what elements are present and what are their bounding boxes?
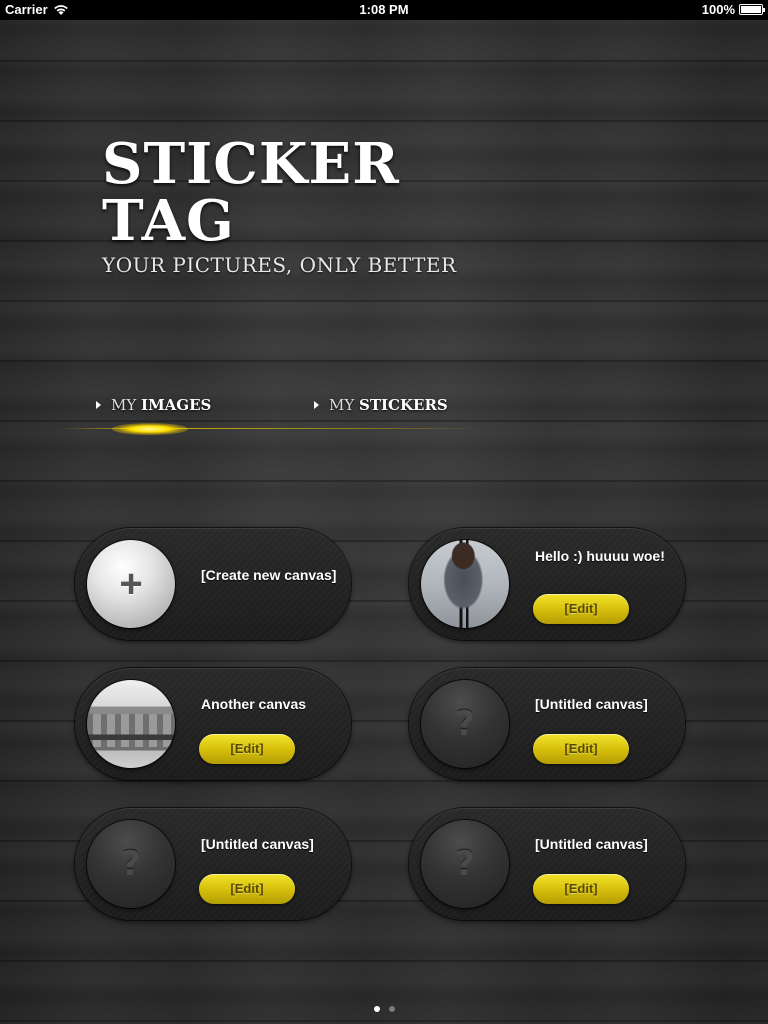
app-title: STICKER TAG: [102, 136, 400, 250]
canvas-thumbnail-placeholder[interactable]: ?: [421, 820, 509, 908]
tab-label: IMAGES: [141, 396, 212, 414]
triangle-right-icon: [314, 401, 319, 409]
page-dot-2[interactable]: [388, 1006, 395, 1012]
create-canvas-card[interactable]: + [Create new canvas]: [75, 528, 351, 640]
tab-my-images-label: MY IMAGES: [111, 396, 211, 414]
canvas-thumbnail-photo[interactable]: [87, 680, 175, 768]
canvas-card: Hello :) huuuu woe! [Edit]: [409, 528, 685, 640]
app-title-line2: TAG: [102, 188, 235, 254]
canvas-thumbnail-placeholder[interactable]: ?: [87, 820, 175, 908]
canvas-thumbnail-placeholder[interactable]: ?: [421, 680, 509, 768]
canvas-label: [Create new canvas]: [201, 567, 337, 583]
canvas-card: Another canvas [Edit]: [75, 668, 351, 780]
tab-label: STICKERS: [359, 396, 448, 414]
canvas-card: ? [Untitled canvas] [Edit]: [75, 808, 351, 920]
page-indicator[interactable]: [0, 1006, 768, 1012]
tab-selection-indicator: [112, 423, 188, 435]
edit-button[interactable]: [Edit]: [533, 734, 629, 764]
tab-my-stickers[interactable]: MY STICKERS: [314, 394, 448, 416]
canvas-label: Another canvas: [201, 696, 307, 712]
battery-percent: 100%: [701, 2, 735, 17]
page-dot-1[interactable]: [373, 1006, 380, 1012]
triangle-right-icon: [96, 401, 101, 409]
tab-my-images[interactable]: MY IMAGES: [96, 394, 211, 416]
clock: 1:08 PM: [359, 2, 409, 17]
question-icon: ?: [121, 844, 141, 884]
add-canvas-button[interactable]: +: [87, 540, 175, 628]
question-icon: ?: [455, 844, 475, 884]
canvas-thumbnail-photo[interactable]: [421, 540, 509, 628]
edit-button[interactable]: [Edit]: [533, 874, 629, 904]
app-subtitle: YOUR PICTURES, ONLY BETTER: [102, 253, 457, 277]
status-bar-right: 100%: [701, 2, 765, 17]
edit-button[interactable]: [Edit]: [199, 734, 295, 764]
edit-button[interactable]: [Edit]: [199, 874, 295, 904]
plus-icon: +: [119, 562, 143, 606]
status-bar: Carrier 1:08 PM 100%: [0, 0, 768, 20]
app-title-line1: STICKER: [102, 131, 400, 197]
canvas-label: [Untitled canvas]: [535, 696, 648, 712]
question-icon: ?: [455, 704, 475, 744]
canvas-label: [Untitled canvas]: [201, 836, 314, 852]
canvas-card: ? [Untitled canvas] [Edit]: [409, 808, 685, 920]
tab-my-stickers-label: MY STICKERS: [329, 396, 448, 414]
tab-prefix: MY: [111, 396, 137, 414]
edit-button[interactable]: [Edit]: [533, 594, 629, 624]
tab-prefix: MY: [329, 396, 355, 414]
canvas-label: Hello :) huuuu woe!: [535, 548, 665, 564]
canvas-label: [Untitled canvas]: [535, 836, 648, 852]
battery-icon: [739, 4, 765, 15]
canvas-card: ? [Untitled canvas] [Edit]: [409, 668, 685, 780]
